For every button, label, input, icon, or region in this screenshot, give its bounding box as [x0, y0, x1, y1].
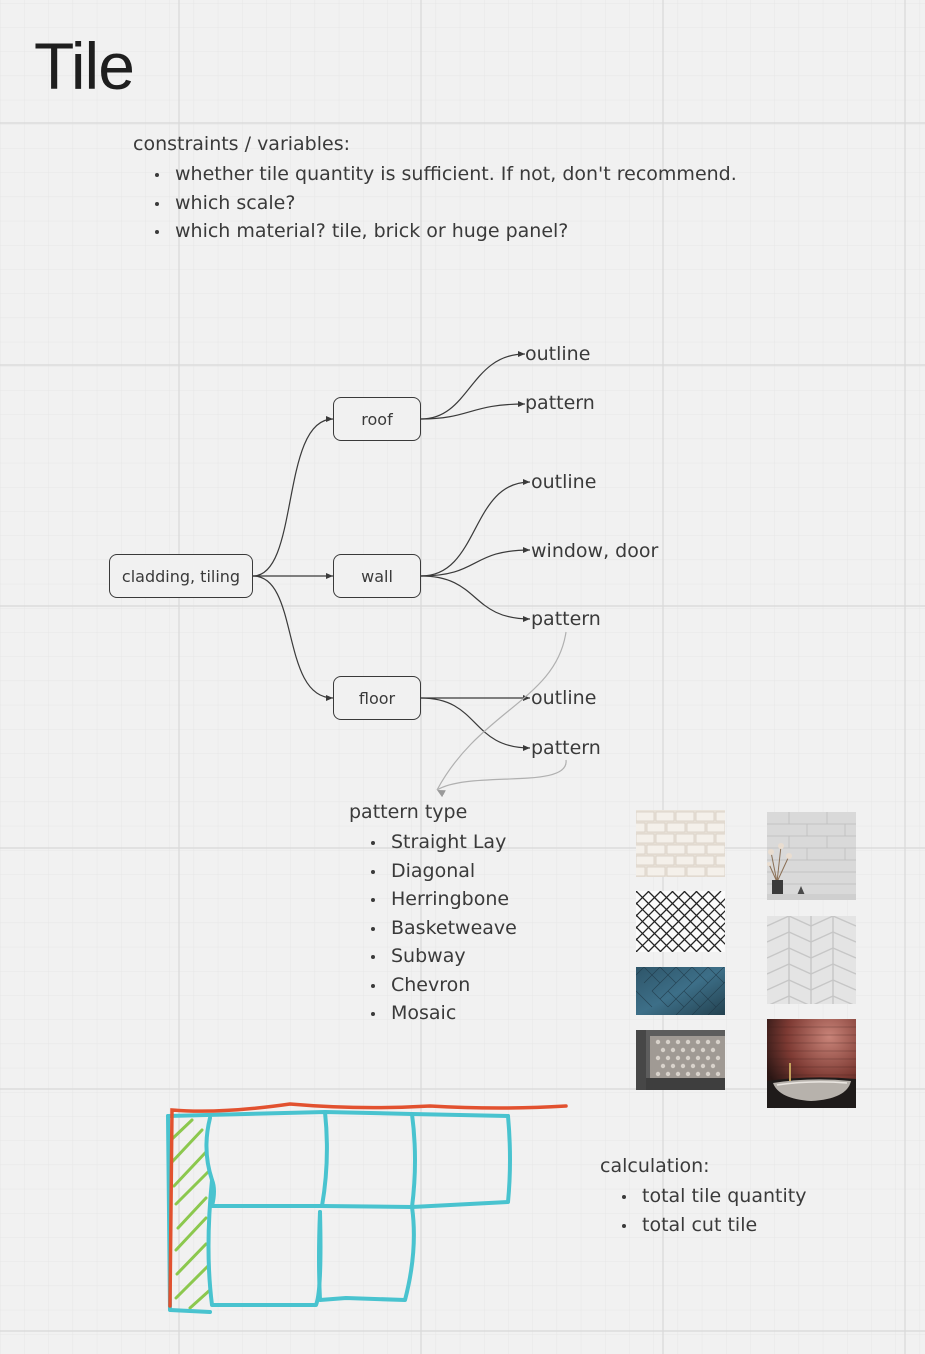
tile-grid-sketch	[166, 1110, 512, 1314]
list-item: total tile quantity	[600, 1182, 806, 1211]
hand-sketch	[166, 1102, 568, 1314]
list-item: total cut tile	[600, 1211, 806, 1240]
calculation-heading: calculation:	[600, 1155, 710, 1177]
calculation-list: total tile quantity total cut tile	[600, 1182, 806, 1239]
cut-tile-hatching	[169, 1118, 212, 1310]
calculation-note[interactable]: calculation: total tile quantity total c…	[600, 1154, 806, 1239]
